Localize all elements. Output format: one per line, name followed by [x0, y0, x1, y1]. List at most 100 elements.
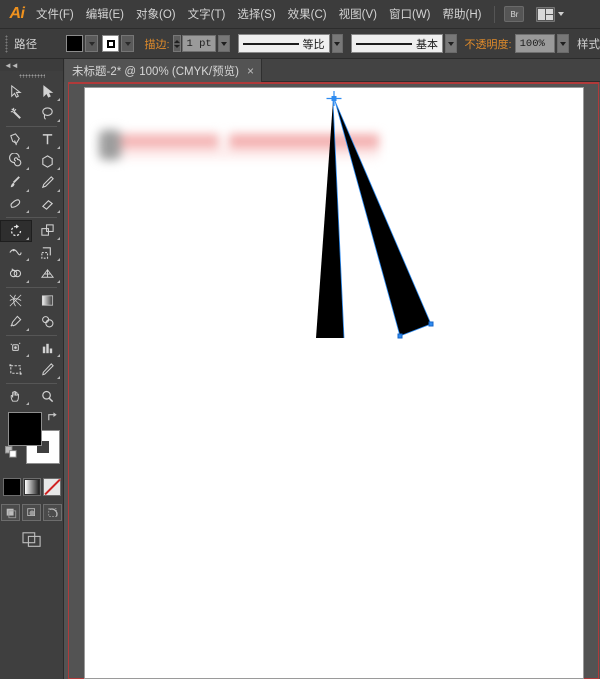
tools-divider [6, 126, 57, 127]
document-tab[interactable]: 未标题-2* @ 100% (CMYK/预览) × [64, 59, 262, 82]
variable-width-profile-select[interactable]: 等比 [238, 34, 330, 53]
menu-edit[interactable]: 编辑(E) [80, 0, 130, 29]
apex-anchor-marker [327, 91, 342, 111]
document-area[interactable]: 爱刨根知识网 [64, 82, 600, 679]
tools-divider-4 [6, 335, 57, 336]
color-mode-buttons [0, 478, 63, 496]
hand-tool[interactable] [0, 386, 32, 408]
brush-definition-select[interactable]: 基本 [351, 34, 443, 53]
menu-type[interactable]: 文字(T) [182, 0, 232, 29]
selection-type-label: 路径 [14, 36, 66, 52]
color-mode-gradient[interactable] [23, 478, 41, 496]
paintbrush-tool[interactable] [0, 172, 32, 194]
stroke-weight-label[interactable]: 描边: [144, 36, 169, 52]
default-fill-stroke-icon[interactable] [5, 446, 18, 464]
control-bar-grip[interactable] [5, 35, 8, 53]
fill-swatch-group[interactable] [66, 35, 98, 52]
magic-wand-tool[interactable] [0, 103, 32, 125]
profile-value: 等比 [303, 36, 325, 52]
stroke-dropdown-button[interactable] [121, 35, 134, 52]
menu-select[interactable]: 选择(S) [231, 0, 281, 29]
fill-color-swatch[interactable] [66, 35, 83, 52]
rotate-tool[interactable] [0, 220, 32, 242]
stroke-swatch-group[interactable] [102, 35, 134, 52]
menu-effect[interactable]: 效果(C) [282, 0, 333, 29]
tools-panel-header[interactable]: ◄◄ [0, 59, 63, 71]
anchor-point[interactable] [429, 322, 434, 327]
right-spike [335, 101, 431, 336]
zoom-tool[interactable] [32, 386, 64, 408]
slice-tool[interactable] [32, 359, 64, 381]
bridge-button[interactable]: Br [504, 6, 524, 22]
color-mode-none[interactable] [43, 478, 61, 496]
chevron-down-icon [558, 12, 564, 16]
stroke-weight-input[interactable]: 1 pt [182, 35, 217, 52]
brush-line-icon [356, 43, 412, 45]
menu-view[interactable]: 视图(V) [333, 0, 383, 29]
anchor-point[interactable] [398, 334, 403, 339]
menu-file[interactable]: 文件(F) [30, 0, 80, 29]
eyedropper-tool[interactable] [0, 311, 32, 333]
draw-behind[interactable] [22, 504, 41, 521]
control-bar: 路径 描边: 1 pt 等比 基本 不透明度: 100% 样式 [0, 29, 600, 59]
menu-object[interactable]: 对象(O) [130, 0, 182, 29]
mesh-tool[interactable] [0, 290, 32, 312]
brush-value: 基本 [416, 36, 438, 52]
tools-panel: ◄◄ [0, 59, 64, 679]
illustrator-window: Ai 文件(F) 编辑(E) 对象(O) 文字(T) 选择(S) 效果(C) 视… [0, 0, 600, 679]
tools-grid [0, 81, 63, 407]
gradient-tool[interactable] [32, 290, 64, 312]
scale-tool[interactable] [32, 220, 64, 242]
direct-selection-tool[interactable] [32, 81, 64, 103]
pen-tool[interactable] [0, 129, 32, 151]
stroke-color-swatch[interactable] [102, 35, 119, 52]
width-tool[interactable] [0, 242, 32, 264]
app-logo: Ai [0, 0, 30, 29]
profile-dropdown-button[interactable] [332, 34, 344, 53]
pencil-tool[interactable] [32, 172, 64, 194]
symbol-sprayer-tool[interactable] [0, 338, 32, 360]
draw-mode-buttons [0, 504, 63, 521]
fill-dropdown-button[interactable] [85, 35, 98, 52]
opacity-label[interactable]: 不透明度: [465, 36, 512, 52]
screen-mode-button[interactable] [0, 531, 63, 549]
type-tool[interactable] [32, 129, 64, 151]
eraser-tool[interactable] [32, 194, 64, 216]
menu-divider [494, 6, 495, 23]
lasso-tool[interactable] [32, 103, 64, 125]
workspace-switcher[interactable] [536, 7, 564, 22]
column-graph-tool[interactable] [32, 338, 64, 360]
spiral-tool[interactable] [0, 151, 32, 173]
polygon-tool[interactable] [32, 151, 64, 173]
opacity-dropdown-button[interactable] [557, 34, 569, 53]
draw-inside[interactable] [43, 504, 62, 521]
selection-tool[interactable] [0, 81, 32, 103]
collapse-panel-icon[interactable]: ◄◄ [4, 61, 18, 70]
draw-normal[interactable] [1, 504, 20, 521]
artboard[interactable] [84, 87, 584, 679]
fill-color-box[interactable] [8, 412, 42, 446]
color-mode-solid[interactable] [3, 478, 21, 496]
shape-builder-tool[interactable] [0, 263, 32, 285]
tools-panel-grip[interactable] [0, 71, 63, 81]
perspective-grid-tool[interactable] [32, 263, 64, 285]
stroke-weight-dropdown[interactable] [218, 35, 230, 52]
tools-divider-5 [6, 383, 57, 384]
free-transform-tool[interactable] [32, 242, 64, 264]
left-spike [316, 101, 344, 338]
artboard-tool[interactable] [0, 359, 32, 381]
menu-help[interactable]: 帮助(H) [437, 0, 488, 29]
vector-artwork[interactable] [85, 88, 585, 679]
menu-window[interactable]: 窗口(W) [383, 0, 437, 29]
stroke-weight-stepper[interactable] [173, 35, 181, 52]
styles-label[interactable]: 样式 [569, 36, 600, 52]
close-icon[interactable]: × [247, 65, 254, 77]
opacity-input[interactable]: 100% [515, 34, 556, 53]
blend-tool[interactable] [32, 311, 64, 333]
brush-dropdown-button[interactable] [445, 34, 457, 53]
blob-brush-tool[interactable] [0, 194, 32, 216]
menu-bar: Ai 文件(F) 编辑(E) 对象(O) 文字(T) 选择(S) 效果(C) 视… [0, 0, 600, 29]
artwork-svg[interactable] [85, 88, 585, 679]
swap-fill-stroke-icon[interactable] [46, 411, 59, 429]
document-tab-title: 未标题-2* @ 100% (CMYK/预览) [72, 63, 239, 79]
